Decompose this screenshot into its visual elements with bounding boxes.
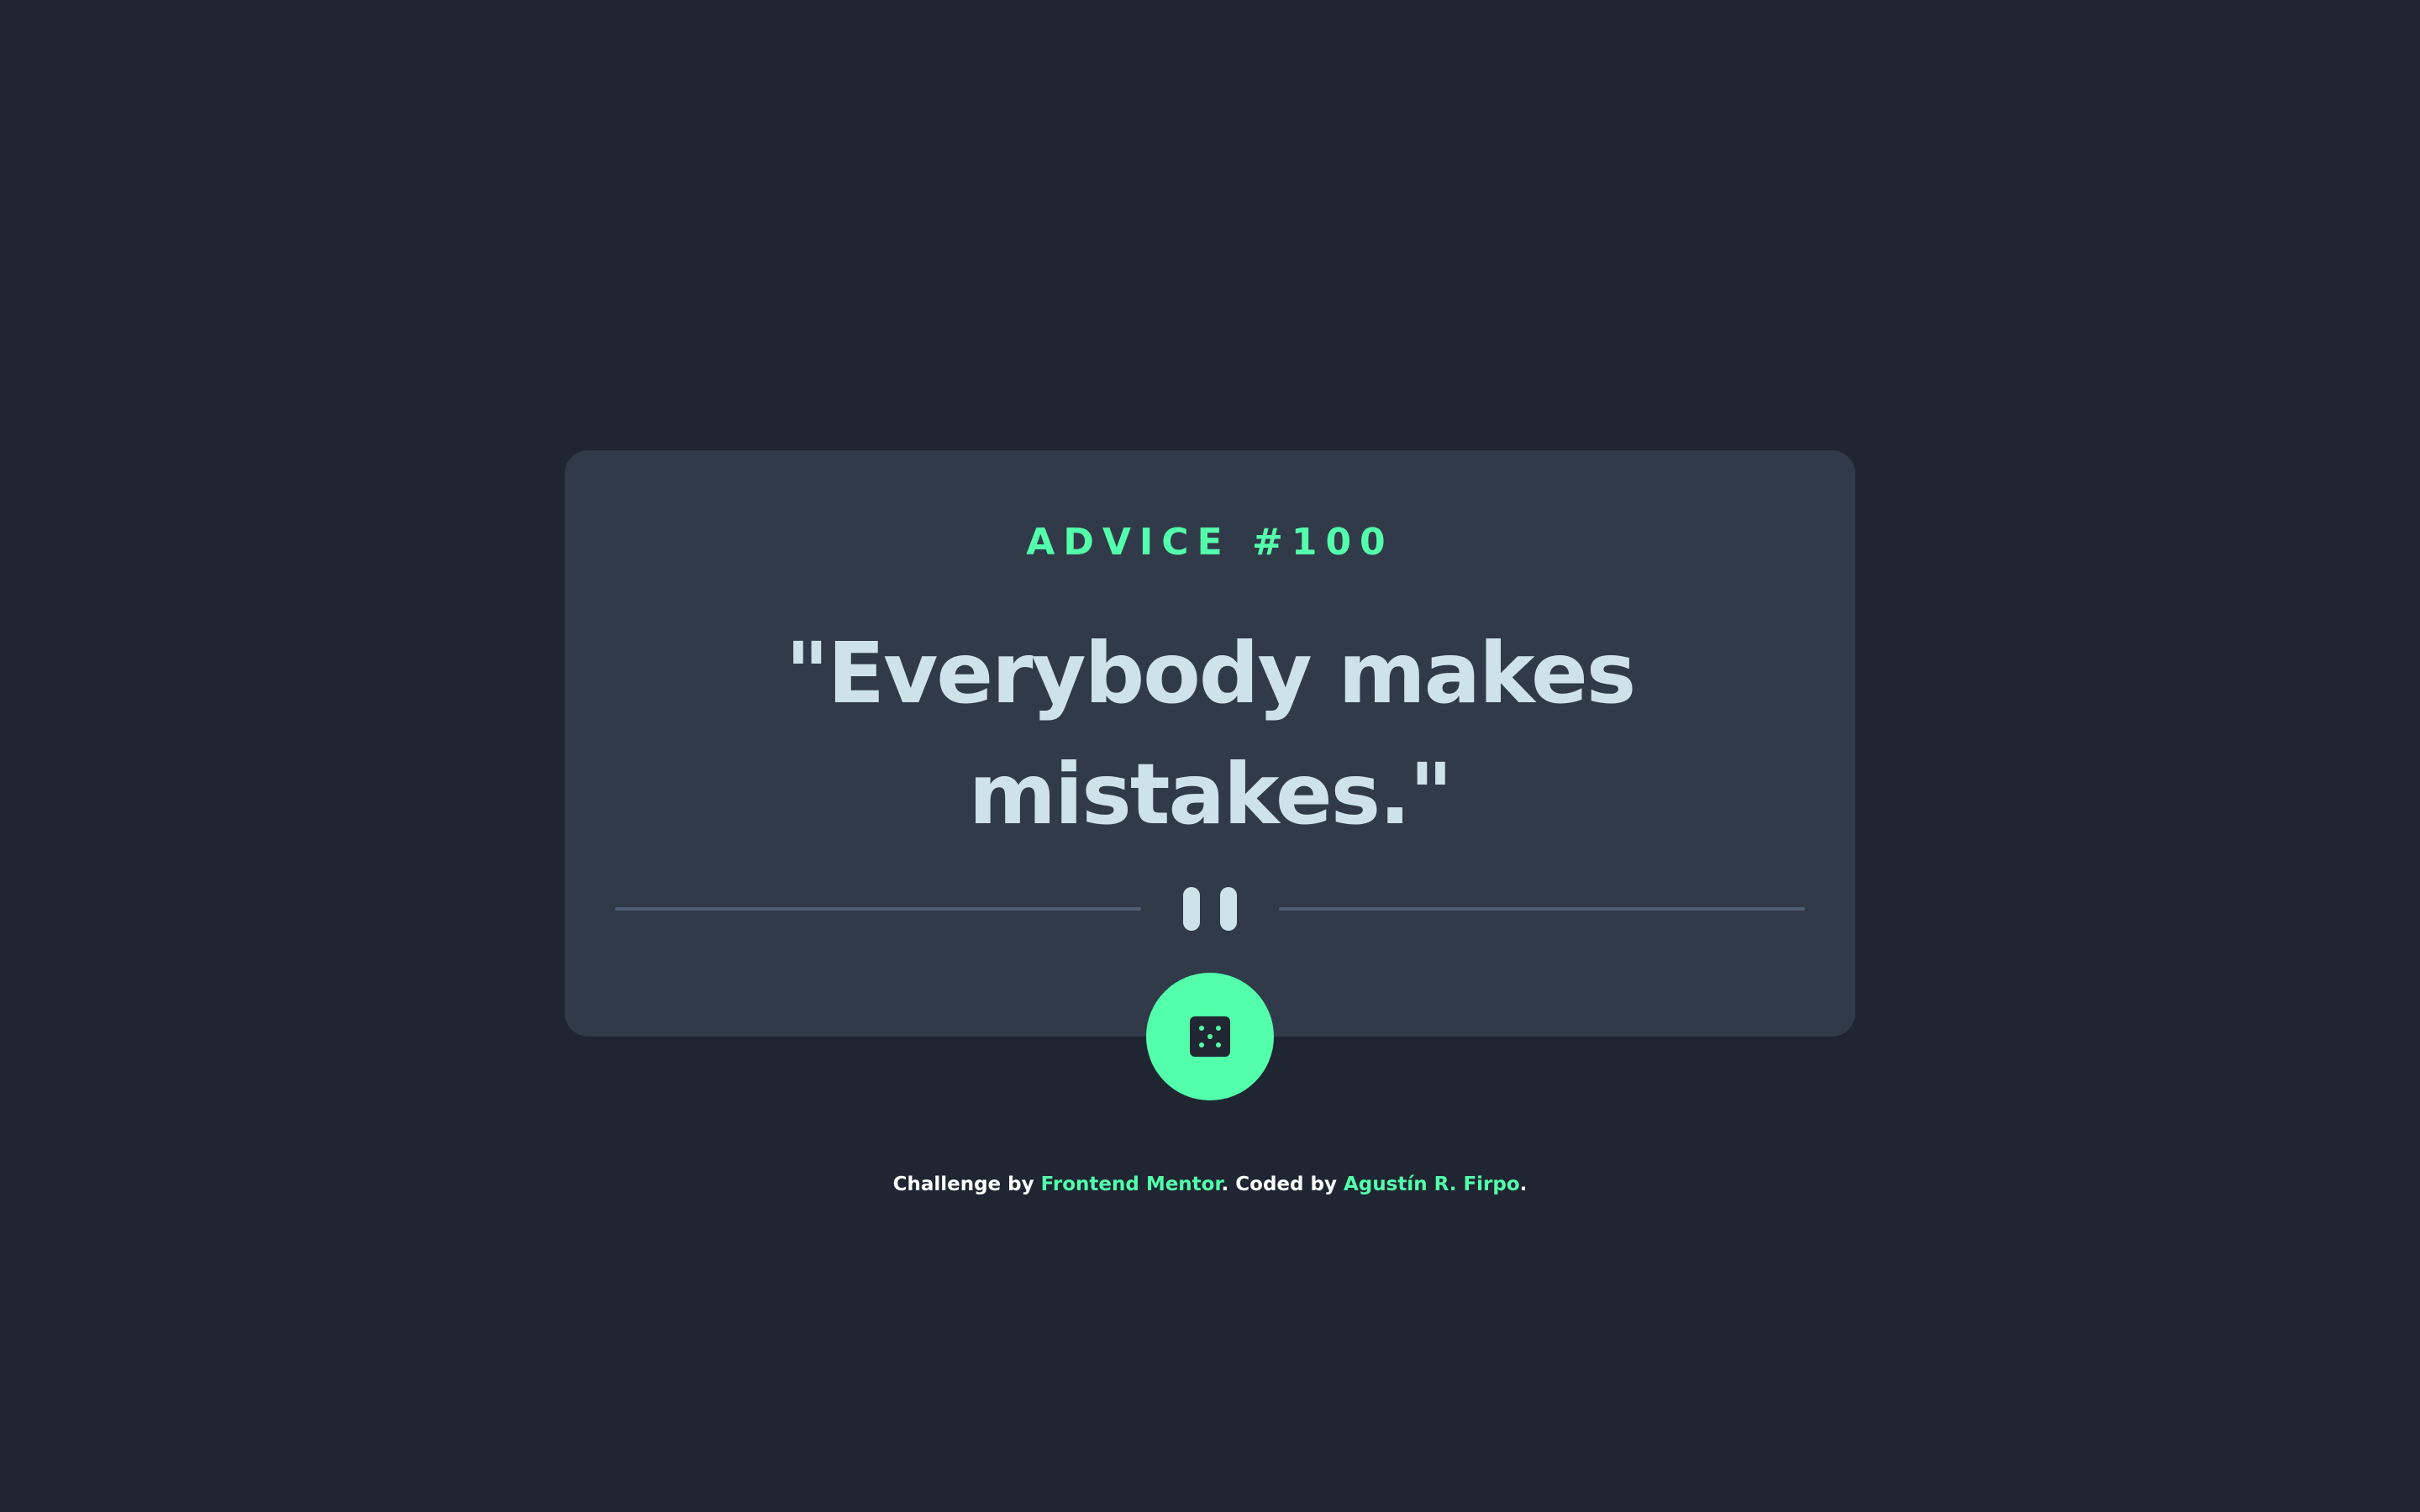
advice-quote: "Everybody makes mistakes."	[785, 624, 1637, 843]
divider-line-left	[615, 907, 1141, 911]
footer-end-period: .	[1519, 1173, 1528, 1195]
footer-coded-by-text: . Coded by	[1221, 1173, 1344, 1195]
attribution-footer: Challenge by Frontend Mentor. Coded by A…	[0, 1168, 2420, 1201]
footer-challenge-text: Challenge by	[892, 1173, 1041, 1195]
generate-advice-button[interactable]	[1146, 973, 1274, 1100]
pause-divider-icon-right-bar	[1220, 887, 1237, 931]
advice-number-label: ADVICE #100	[1026, 521, 1394, 564]
dice-icon	[1190, 1016, 1230, 1057]
author-link[interactable]: Agustín R. Firpo	[1344, 1173, 1520, 1195]
divider-line-right	[1279, 907, 1805, 911]
frontend-mentor-link[interactable]: Frontend Mentor	[1041, 1173, 1222, 1195]
pause-divider-icon-left-bar	[1183, 887, 1200, 931]
page: ADVICE #100 "Everybody makes mistakes." …	[0, 0, 2420, 1512]
